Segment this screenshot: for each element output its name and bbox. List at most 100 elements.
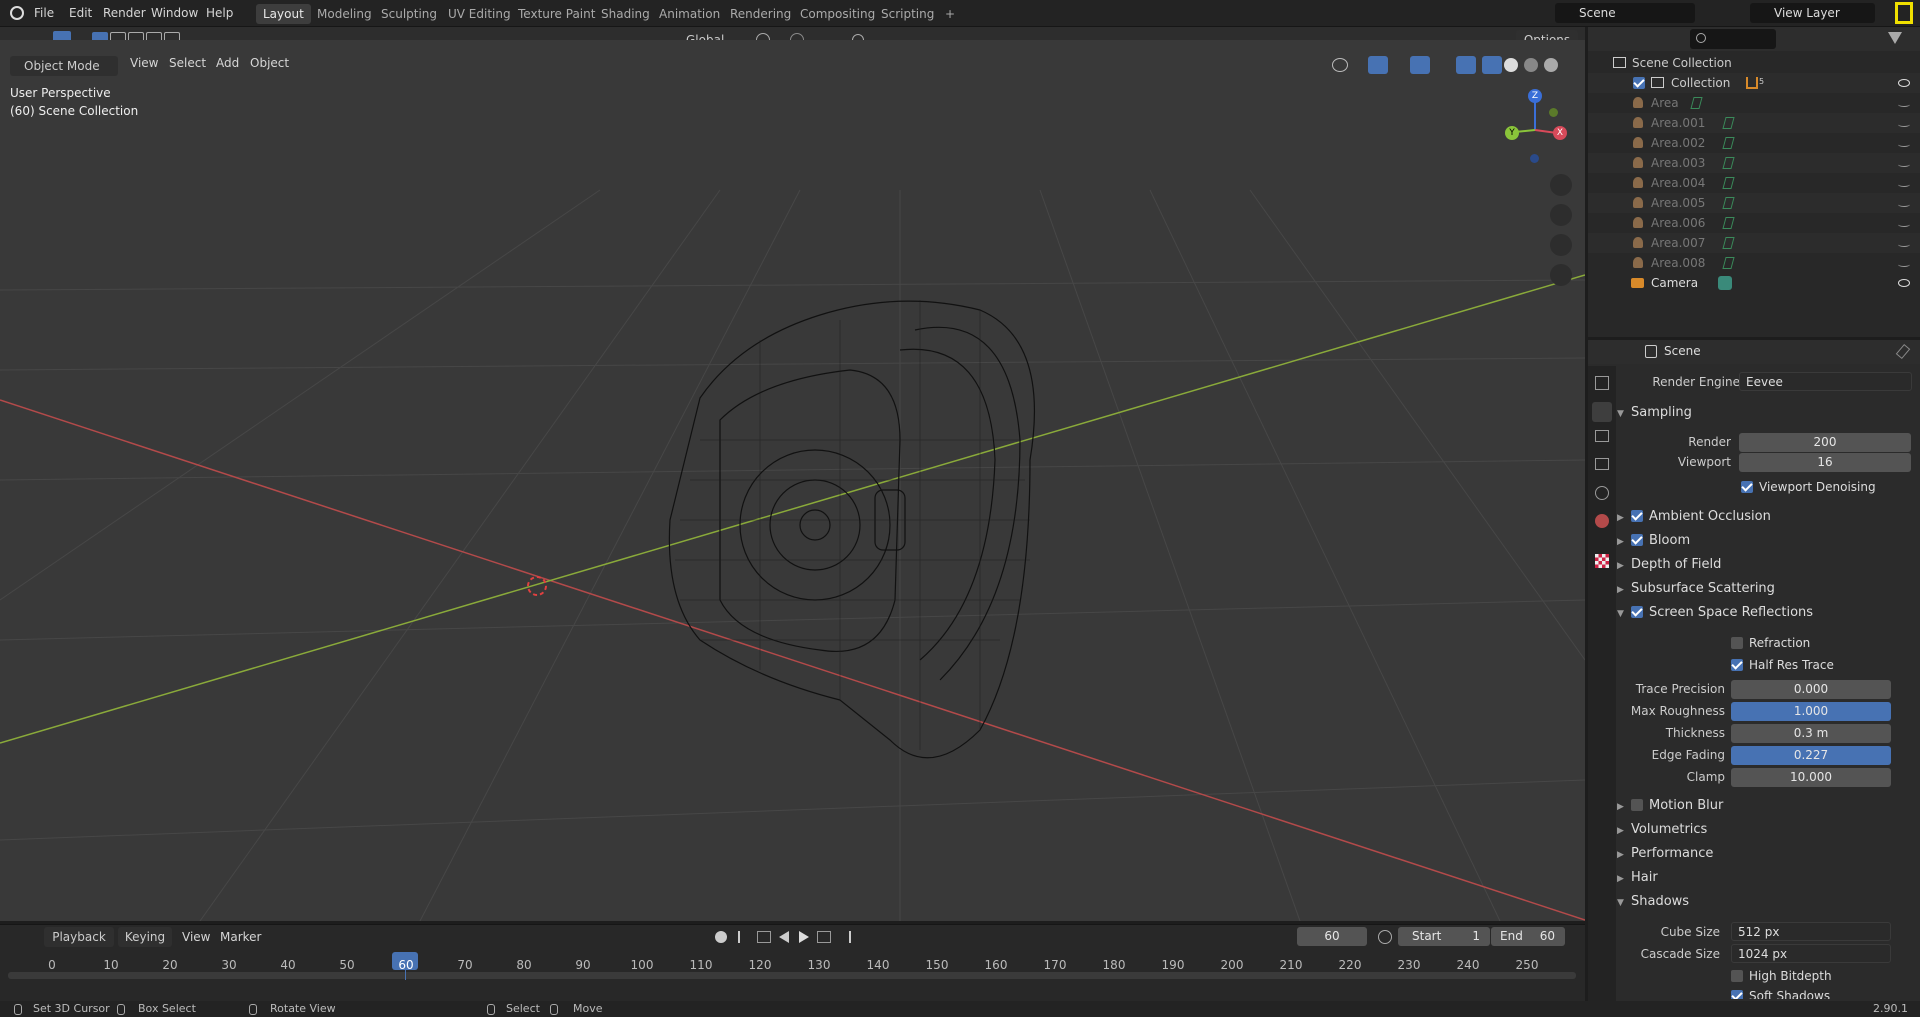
world-tab-icon[interactable] bbox=[1595, 514, 1609, 528]
timeline-scrollbar[interactable] bbox=[8, 972, 1576, 979]
outliner-row-area[interactable]: Area bbox=[1588, 93, 1920, 113]
shading-rendered-icon[interactable] bbox=[1544, 58, 1558, 72]
tab-rendering[interactable]: Rendering bbox=[723, 4, 798, 24]
hidden-eye-icon[interactable] bbox=[1898, 162, 1910, 167]
visibility-toggle-icon[interactable] bbox=[1332, 58, 1348, 72]
hidden-eye-icon[interactable] bbox=[1898, 222, 1910, 227]
hidden-eye-icon[interactable] bbox=[1898, 262, 1910, 267]
camera-view-icon[interactable] bbox=[1550, 234, 1572, 256]
viewport-samples-field[interactable]: 16 bbox=[1739, 453, 1911, 472]
next-keyframe-icon[interactable] bbox=[817, 931, 831, 943]
panel-shadows[interactable]: ▼ Shadows bbox=[1617, 891, 1915, 913]
hidden-eye-icon[interactable] bbox=[1898, 242, 1910, 247]
ssr-value-field[interactable]: 0.000 bbox=[1731, 680, 1891, 699]
tab-texture-paint[interactable]: Texture Paint bbox=[511, 4, 602, 24]
play-icon[interactable] bbox=[799, 931, 809, 943]
timeline-menu-marker[interactable]: Marker bbox=[214, 925, 267, 949]
play-reverse-icon[interactable] bbox=[779, 931, 789, 943]
preview-range-icon[interactable] bbox=[1378, 930, 1392, 944]
panel-performance[interactable]: ▶ Performance bbox=[1617, 843, 1915, 865]
hidden-eye-icon[interactable] bbox=[1898, 182, 1910, 187]
eye-icon[interactable] bbox=[1898, 279, 1910, 287]
view-layer-tab-icon[interactable] bbox=[1595, 458, 1609, 470]
panel-motion-blur[interactable]: ▶ Motion Blur bbox=[1617, 795, 1915, 817]
panel-enable-checkbox[interactable] bbox=[1631, 606, 1643, 618]
render-engine-dropdown[interactable]: Eevee bbox=[1739, 372, 1912, 391]
timeline-menu-keying[interactable]: Keying bbox=[118, 927, 172, 947]
outliner-row-area[interactable]: Area.004 bbox=[1588, 173, 1920, 193]
hidden-eye-icon[interactable] bbox=[1898, 202, 1910, 207]
texture-tab-icon[interactable] bbox=[1595, 554, 1609, 568]
ssr-value-field[interactable]: 0.227 bbox=[1731, 746, 1891, 765]
shading-solid-icon[interactable] bbox=[1504, 58, 1518, 72]
view-layer-selector[interactable]: View Layer bbox=[1750, 3, 1875, 23]
soft-shadows-checkbox[interactable]: Soft Shadows bbox=[1731, 989, 1830, 999]
viewport-menu-select[interactable]: Select bbox=[163, 50, 212, 76]
tab-sculpting[interactable]: Sculpting bbox=[374, 4, 444, 24]
prev-keyframe-icon[interactable] bbox=[757, 931, 771, 943]
tool-tab-icon[interactable] bbox=[1595, 376, 1609, 390]
outliner-row-area[interactable]: Area.003 bbox=[1588, 153, 1920, 173]
menu-edit[interactable]: Edit bbox=[63, 0, 98, 27]
panel-ambient-occlusion[interactable]: ▶ Ambient Occlusion bbox=[1617, 506, 1915, 528]
tab-shading[interactable]: Shading bbox=[594, 4, 657, 24]
eye-icon[interactable] bbox=[1898, 79, 1910, 87]
scene-selector[interactable]: Scene bbox=[1555, 3, 1695, 23]
outliner-row-area[interactable]: Area.008 bbox=[1588, 253, 1920, 273]
start-frame-field[interactable]: Start 1 bbox=[1398, 927, 1490, 946]
panel-hair[interactable]: ▶ Hair bbox=[1617, 867, 1915, 889]
viewport-denoising-checkbox[interactable]: Viewport Denoising bbox=[1741, 480, 1876, 494]
ssr-value-field[interactable]: 10.000 bbox=[1731, 768, 1891, 787]
half-res-trace-checkbox[interactable]: Half Res Trace bbox=[1731, 658, 1834, 672]
shading-wireframe-icon[interactable] bbox=[1482, 56, 1502, 74]
overlay-toggle-icon[interactable] bbox=[1410, 56, 1430, 74]
high-bitdepth-checkbox[interactable]: High Bitdepth bbox=[1731, 969, 1832, 983]
gizmo-y-icon[interactable]: Y bbox=[1505, 126, 1519, 140]
shading-material-icon[interactable] bbox=[1524, 58, 1538, 72]
panel-volumetrics[interactable]: ▶ Volumetrics bbox=[1617, 819, 1915, 841]
hidden-eye-icon[interactable] bbox=[1898, 102, 1910, 107]
viewport-menu-add[interactable]: Add bbox=[210, 50, 245, 76]
hidden-eye-icon[interactable] bbox=[1898, 142, 1910, 147]
tab-compositing[interactable]: Compositing bbox=[793, 4, 882, 24]
tab-scripting[interactable]: Scripting bbox=[874, 4, 941, 24]
refraction-checkbox[interactable]: Refraction bbox=[1731, 636, 1810, 650]
scene-tab-icon[interactable] bbox=[1595, 486, 1609, 500]
outliner-row-area[interactable]: Area.006 bbox=[1588, 213, 1920, 233]
panel-subsurface-scattering[interactable]: ▶ Subsurface Scattering bbox=[1617, 578, 1915, 600]
viewport-menu-view[interactable]: View bbox=[124, 50, 164, 76]
zoom-icon[interactable] bbox=[1550, 174, 1572, 196]
object-mode-dropdown[interactable]: Object Mode bbox=[10, 56, 118, 76]
menu-help[interactable]: Help bbox=[200, 0, 239, 27]
gizmo-neg-z-icon[interactable] bbox=[1530, 154, 1539, 163]
panel-enable-checkbox[interactable] bbox=[1631, 799, 1643, 811]
menu-window[interactable]: Window bbox=[145, 0, 204, 27]
ssr-value-field[interactable]: 0.3 m bbox=[1731, 724, 1891, 743]
menu-file[interactable]: File bbox=[28, 0, 60, 27]
tab-uv-editing[interactable]: UV Editing bbox=[441, 4, 518, 24]
end-frame-field[interactable]: End 60 bbox=[1491, 927, 1565, 946]
outliner-row-area[interactable]: Area.002 bbox=[1588, 133, 1920, 153]
panel-sampling[interactable]: ▼ Sampling bbox=[1617, 402, 1915, 424]
gizmo-neg-y-icon[interactable] bbox=[1549, 108, 1558, 117]
panel-enable-checkbox[interactable] bbox=[1631, 510, 1643, 522]
3d-viewport[interactable]: User Perspective (60) Scene Collection Z… bbox=[0, 40, 1585, 921]
blender-logo-icon[interactable] bbox=[10, 6, 24, 20]
outliner-row-collection[interactable]: Collection 5 bbox=[1588, 73, 1920, 93]
outliner-row-area[interactable]: Area.001 bbox=[1588, 113, 1920, 133]
gizmo-x-icon[interactable]: X bbox=[1553, 126, 1567, 140]
outliner-row-scene-collection[interactable]: Scene Collection bbox=[1588, 53, 1920, 73]
pin-icon[interactable] bbox=[1895, 343, 1911, 360]
jump-start-icon[interactable] bbox=[738, 931, 750, 943]
tab-modeling[interactable]: Modeling bbox=[310, 4, 379, 24]
jump-end-icon[interactable] bbox=[839, 931, 851, 943]
outliner-row-area[interactable]: Area.005 bbox=[1588, 193, 1920, 213]
cascade-size-dropdown[interactable]: 1024 px bbox=[1731, 944, 1891, 963]
gizmo-toggle-icon[interactable] bbox=[1368, 56, 1388, 74]
record-icon[interactable] bbox=[715, 931, 727, 943]
outliner-row-camera[interactable]: Camera bbox=[1588, 273, 1920, 293]
add-workspace-icon[interactable]: + bbox=[938, 4, 962, 24]
viewport-menu-object[interactable]: Object bbox=[244, 50, 295, 76]
panel-enable-checkbox[interactable] bbox=[1631, 534, 1643, 546]
render-samples-field[interactable]: 200 bbox=[1739, 433, 1911, 452]
